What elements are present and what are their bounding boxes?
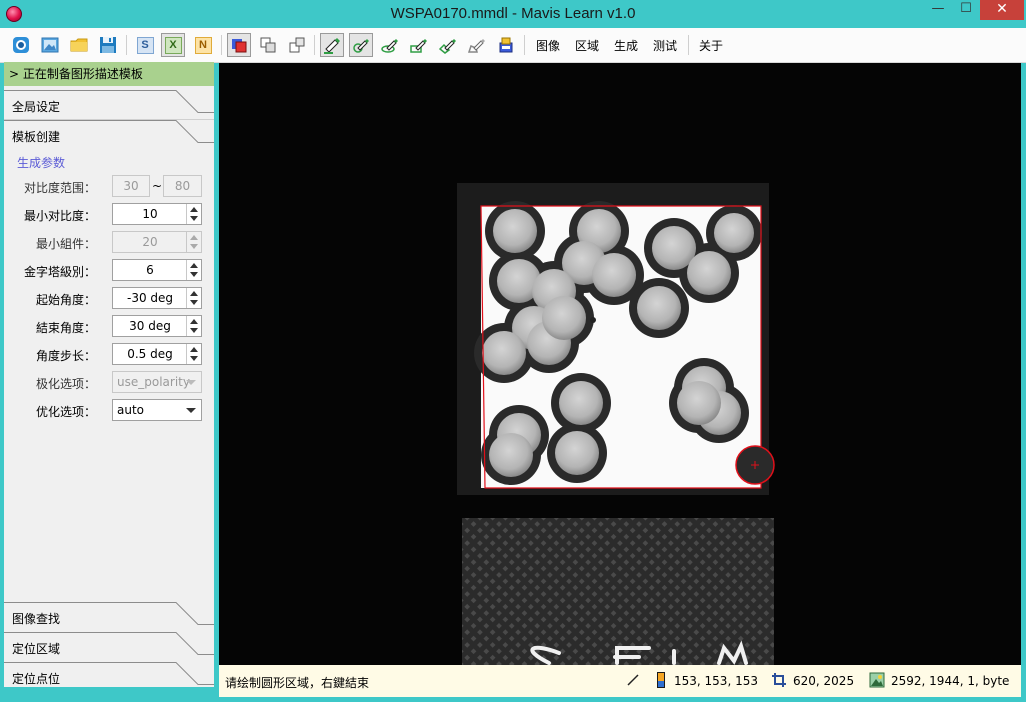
left-panel: > 正在制备图形描述模板 全局设定 模板创建 生成参数 对比度范围： 30 ~ … [4, 62, 214, 687]
optimization-label: 优化选项： [35, 405, 96, 419]
eraser-icon[interactable] [494, 33, 518, 57]
start-angle-stepper[interactable]: -30 deg [112, 287, 202, 309]
draw-rectangle-icon[interactable] [407, 33, 431, 57]
x-letter-icon[interactable]: X [161, 33, 185, 57]
end-angle-stepper[interactable]: 30 deg [112, 315, 202, 337]
min-contrast-label: 最小对比度： [23, 209, 96, 223]
section-locate-point[interactable]: 定位点位 [4, 662, 214, 692]
region-split-icon[interactable] [285, 33, 309, 57]
menu-generate[interactable]: 生成 [614, 37, 638, 54]
draw-circle-icon[interactable] [349, 33, 373, 57]
angle-step-label: 角度步长： [35, 349, 96, 363]
stepper-arrows-icon[interactable] [186, 232, 201, 252]
pixel-value-icon [657, 672, 665, 688]
save-icon[interactable] [96, 33, 120, 57]
image-info: 2592, 1944, 1, byte [891, 674, 1010, 688]
draw-polygon-icon[interactable] [465, 33, 489, 57]
draw-rotated-rect-icon[interactable] [436, 33, 460, 57]
s-letter-icon[interactable]: S [133, 33, 157, 57]
crop-coordinates-icon [772, 673, 786, 687]
stepper-arrows-icon[interactable] [186, 288, 201, 308]
contrast-min-input[interactable]: 30 [112, 175, 150, 197]
optimization-select[interactable]: auto [112, 399, 202, 421]
image-info-icon [869, 672, 885, 688]
menu-region[interactable]: 区域 [575, 37, 599, 54]
section-global-settings[interactable]: 全局设定 [4, 90, 214, 120]
image-open-icon[interactable] [38, 33, 62, 57]
contrast-max-input[interactable]: 80 [163, 175, 202, 197]
window-title: WSPA0170.mmdl - Mavis Learn v1.0 [390, 5, 636, 22]
min-component-stepper[interactable]: 20 [112, 231, 202, 253]
cursor-coordinates: 620, 2025 [793, 674, 855, 688]
n-letter-icon[interactable]: N [191, 33, 215, 57]
angle-step-stepper[interactable]: 0.5 deg [112, 343, 202, 365]
maximize-button[interactable]: ☐ [952, 0, 980, 20]
close-button[interactable]: ✕ [980, 0, 1024, 20]
pixel-value: 153, 153, 153 [674, 674, 758, 688]
status-message: 请绘制圆形区域，右鍵結束 [225, 676, 370, 690]
status-bar: 请绘制圆形区域，右鍵結束 153, 153, 153 620, 2025 259… [219, 665, 1021, 697]
stepper-arrows-icon[interactable] [186, 344, 201, 364]
line-tool-icon [627, 674, 639, 686]
image-canvas[interactable] [219, 63, 1021, 665]
pyramid-levels-label: 金字塔級別： [23, 265, 96, 279]
folder-icon[interactable] [67, 33, 91, 57]
menu-about[interactable]: 关于 [699, 37, 723, 54]
min-contrast-stepper[interactable]: 10 [112, 203, 202, 225]
group-title-generation-params: 生成参数 [17, 156, 66, 170]
draw-ellipse-icon[interactable] [378, 33, 402, 57]
title-bar: WSPA0170.mmdl - Mavis Learn v1.0 — ☐ ✕ [0, 0, 1026, 28]
section-image-search[interactable]: 图像查找 [4, 602, 214, 632]
stepper-arrows-icon[interactable] [186, 204, 201, 224]
section-locate-region[interactable]: 定位区域 [4, 632, 214, 662]
chevron-down-icon [186, 380, 196, 385]
chevron-down-icon [186, 408, 196, 413]
end-angle-label: 結束角度： [35, 321, 96, 335]
start-angle-label: 起始角度： [35, 293, 96, 307]
polarity-label: 极化选项： [35, 377, 96, 391]
contrast-range-label: 对比度范围： [23, 181, 96, 195]
section-template-creation[interactable]: 模板创建 [4, 120, 214, 150]
minimize-button[interactable]: — [924, 0, 952, 20]
min-component-label: 最小組件： [35, 237, 96, 251]
contrast-range-separator: ~ [152, 179, 163, 193]
status-header: > 正在制备图形描述模板 [4, 62, 214, 86]
menu-image[interactable]: 图像 [536, 37, 560, 54]
menu-test[interactable]: 测试 [653, 37, 677, 54]
toolbar: S X N 图像 区域 生成 测试 关于 [0, 28, 1026, 63]
stepper-arrows-icon[interactable] [186, 260, 201, 280]
camera-image [219, 63, 1021, 665]
polarity-select[interactable]: use_polarity [112, 371, 202, 393]
stepper-arrows-icon[interactable] [186, 316, 201, 336]
camera-icon[interactable] [9, 33, 33, 57]
region-copy-icon[interactable] [256, 33, 280, 57]
draw-line-icon[interactable] [320, 33, 344, 57]
region-color-icon[interactable] [227, 33, 251, 57]
pyramid-levels-stepper[interactable]: 6 [112, 259, 202, 281]
